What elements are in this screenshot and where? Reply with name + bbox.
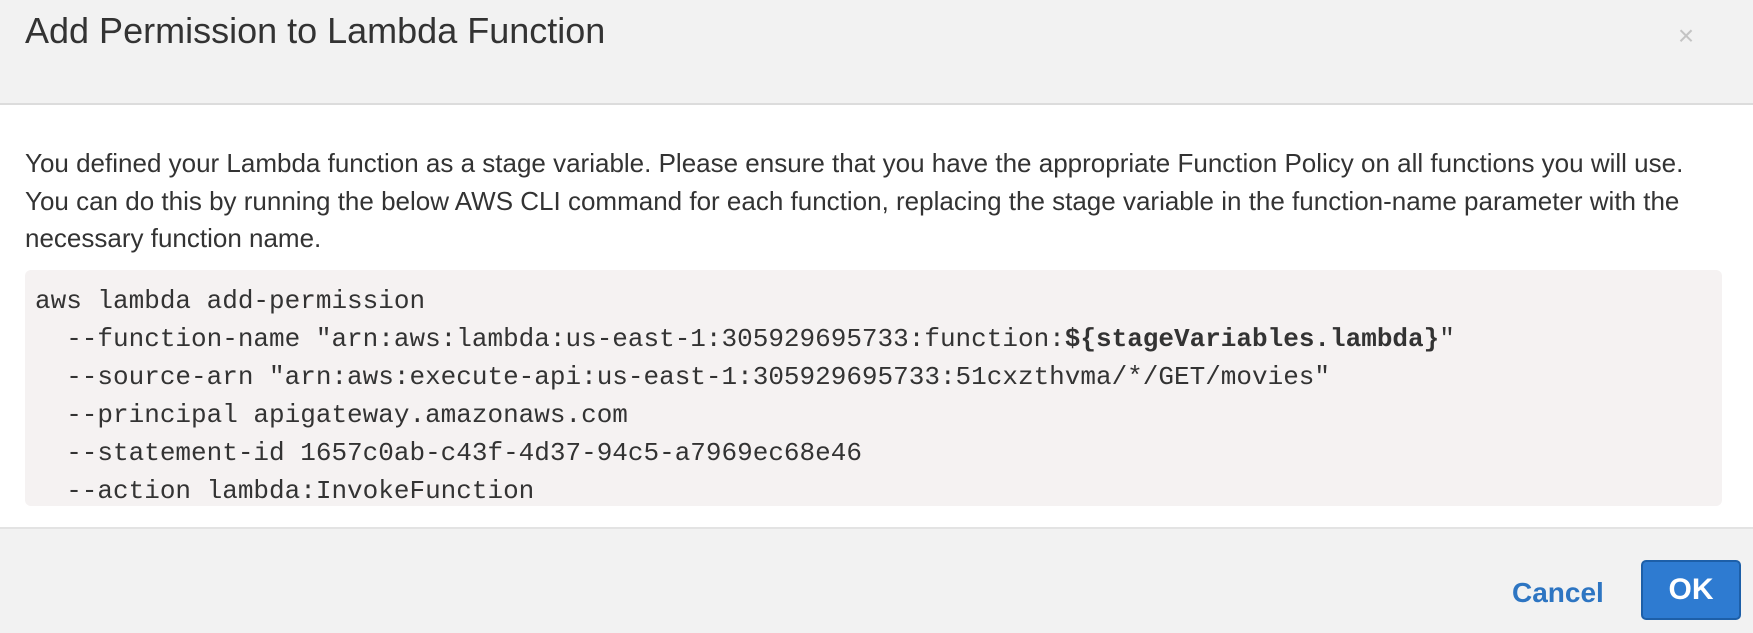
dialog-body: You defined your Lambda function as a st… bbox=[0, 107, 1753, 527]
instruction-message: You defined your Lambda function as a st… bbox=[25, 148, 1684, 253]
command-line-5: --statement-id 1657c0ab-c43f-4d37-94c5-a… bbox=[35, 438, 862, 468]
cancel-button[interactable]: Cancel bbox=[1512, 577, 1604, 609]
command-line-3: --source-arn "arn:aws:execute-api:us-eas… bbox=[35, 362, 1331, 392]
command-line-6: --action lambda:InvokeFunction bbox=[35, 476, 535, 506]
command-line-4: --principal apigateway.amazonaws.com bbox=[35, 400, 628, 430]
dialog-header: Add Permission to Lambda Function × bbox=[0, 0, 1753, 105]
function-name-arg: --function-name "arn:aws:lambda:us-east-… bbox=[35, 324, 1065, 354]
dialog-footer: Cancel OK bbox=[0, 527, 1753, 633]
dialog-title: Add Permission to Lambda Function bbox=[25, 10, 606, 51]
add-permission-dialog: Add Permission to Lambda Function × You … bbox=[0, 0, 1753, 633]
ok-button[interactable]: OK bbox=[1641, 560, 1741, 620]
cli-command-block: aws lambda add-permission --function-nam… bbox=[25, 270, 1722, 506]
stage-variable-placeholder: ${stageVariables.lambda} bbox=[1064, 324, 1440, 354]
close-icon[interactable]: × bbox=[1672, 18, 1700, 54]
command-line-1: aws lambda add-permission bbox=[35, 286, 426, 316]
command-line-2: --function-name "arn:aws:lambda:us-east-… bbox=[35, 320, 1712, 358]
function-name-arg-end: " bbox=[1439, 324, 1455, 354]
